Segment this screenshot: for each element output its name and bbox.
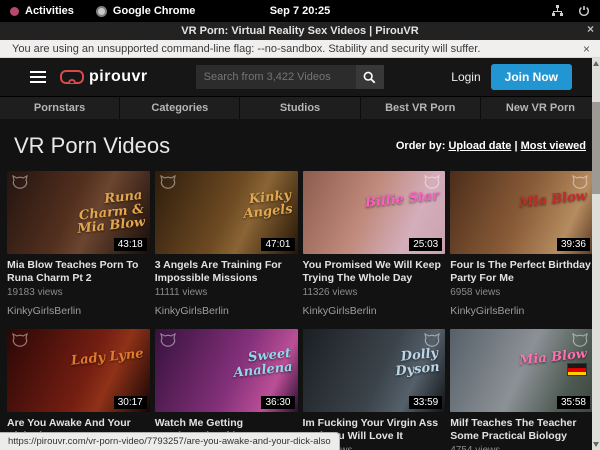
duration-badge: 47:01 bbox=[261, 238, 294, 251]
title-row: VR Porn Videos Order by: Upload date | M… bbox=[0, 119, 600, 169]
thumbnail-overlay-text: Mia Blow bbox=[518, 189, 587, 210]
duration-badge: 36:30 bbox=[261, 396, 294, 409]
video-title-link[interactable]: Milf Teaches The Teacher Some Practical … bbox=[450, 417, 593, 442]
video-thumbnail[interactable]: Billie Star 25:03 bbox=[303, 171, 446, 254]
nav-item[interactable]: New VR Porn bbox=[480, 97, 600, 119]
video-thumbnail[interactable]: Mia Blow 35:58 bbox=[450, 329, 593, 412]
video-title-link[interactable]: Four Is The Perfect Birthday Party For M… bbox=[450, 259, 593, 284]
site-logo[interactable]: pirouvr bbox=[60, 68, 148, 86]
nav-item[interactable]: Best VR Porn bbox=[360, 97, 480, 119]
video-thumbnail[interactable]: Sweet Analena 36:30 bbox=[155, 329, 298, 412]
video-studio-link[interactable]: KinkyGirlsBerlin bbox=[7, 305, 150, 317]
thumbnail-overlay-text: Sweet Analena bbox=[210, 347, 292, 382]
scroll-up-icon[interactable] bbox=[593, 61, 599, 66]
nav-item[interactable]: Studios bbox=[239, 97, 359, 119]
video-card[interactable]: Mia Blow 39:36 Four Is The Perfect Birth… bbox=[450, 171, 593, 317]
warning-close-icon[interactable]: × bbox=[583, 42, 590, 56]
order-by-label: Order by: bbox=[396, 140, 446, 152]
video-thumbnail[interactable]: Runa Charm & Mia Blow 43:18 bbox=[7, 171, 150, 254]
power-icon[interactable] bbox=[578, 5, 590, 17]
studio-cat-logo-icon bbox=[572, 175, 588, 189]
video-studio-link[interactable]: KinkyGirlsBerlin bbox=[155, 305, 298, 317]
chrome-app-icon bbox=[96, 6, 107, 17]
thumbnail-overlay-text: Runa Charm & Mia Blow bbox=[62, 189, 146, 238]
video-views: 4754 views bbox=[450, 445, 593, 450]
browser-title-bar: VR Porn: Virtual Reality Sex Videos | Pi… bbox=[0, 22, 600, 40]
app-menu-button[interactable]: Google Chrome bbox=[113, 5, 196, 17]
order-separator: | bbox=[514, 140, 517, 152]
video-views: 6958 views bbox=[450, 287, 593, 299]
duration-badge: 35:58 bbox=[557, 396, 590, 409]
thumbnail-overlay-text: Lady Lyne bbox=[71, 347, 145, 368]
nav-item[interactable]: Categories bbox=[119, 97, 239, 119]
order-upload-date-link[interactable]: Upload date bbox=[448, 140, 511, 152]
duration-badge: 43:18 bbox=[114, 238, 147, 251]
studio-cat-logo-icon bbox=[12, 333, 28, 347]
video-title-link[interactable]: 3 Angels Are Training For Impossible Mis… bbox=[155, 259, 298, 284]
activities-button[interactable]: Activities bbox=[25, 5, 74, 17]
site-header: pirouvr Login Join Now bbox=[0, 58, 600, 96]
order-by: Order by: Upload date | Most viewed bbox=[396, 140, 586, 152]
studio-cat-logo-icon bbox=[424, 333, 440, 347]
video-card[interactable]: Kinky Angels 47:01 3 Angels Are Training… bbox=[155, 171, 298, 317]
studio-cat-logo-icon bbox=[424, 175, 440, 189]
menu-icon[interactable] bbox=[30, 71, 46, 83]
join-now-button[interactable]: Join Now bbox=[491, 64, 572, 90]
thumbnail-overlay-text: Kinky Angels bbox=[210, 188, 292, 223]
video-card[interactable]: Runa Charm & Mia Blow 43:18 Mia Blow Tea… bbox=[7, 171, 150, 317]
video-card[interactable]: Mia Blow 35:58 Milf Teaches The Teacher … bbox=[450, 329, 593, 450]
warning-bar: You are using an unsupported command-lin… bbox=[0, 40, 600, 58]
order-most-viewed-link[interactable]: Most viewed bbox=[521, 140, 586, 152]
login-button[interactable]: Login bbox=[451, 70, 480, 84]
video-thumbnail[interactable]: Dolly Dyson 33:59 bbox=[303, 329, 446, 412]
site-logo-text: pirouvr bbox=[89, 68, 148, 86]
video-views: 11326 views bbox=[303, 287, 446, 299]
search-button[interactable] bbox=[356, 65, 384, 89]
scroll-down-icon[interactable] bbox=[593, 442, 599, 447]
video-thumbnail[interactable]: Kinky Angels 47:01 bbox=[155, 171, 298, 254]
studio-cat-logo-icon bbox=[160, 175, 176, 189]
video-studio-link[interactable]: KinkyGirlsBerlin bbox=[303, 305, 446, 317]
german-flag-icon bbox=[567, 363, 587, 376]
system-clock[interactable]: Sep 7 20:25 bbox=[0, 5, 600, 17]
system-top-bar: Activities Google Chrome Sep 7 20:25 bbox=[0, 0, 600, 22]
video-studio-link[interactable]: KinkyGirlsBerlin bbox=[450, 305, 593, 317]
search-input[interactable] bbox=[196, 65, 356, 89]
tab-close-icon[interactable]: × bbox=[587, 22, 594, 36]
duration-badge: 25:03 bbox=[409, 238, 442, 251]
thumbnail-overlay-text: Dolly Dyson bbox=[358, 347, 440, 382]
video-thumbnail[interactable]: Lady Lyne 30:17 bbox=[7, 329, 150, 412]
thumbnail-overlay-text: Billie Star bbox=[365, 189, 440, 210]
network-icon[interactable] bbox=[551, 5, 564, 17]
vr-goggles-icon bbox=[60, 70, 84, 84]
duration-badge: 39:36 bbox=[557, 238, 590, 251]
video-title-link[interactable]: You Promised We Will Keep Trying The Who… bbox=[303, 259, 446, 284]
activities-indicator-icon bbox=[10, 7, 19, 16]
search-icon bbox=[363, 71, 376, 84]
scrollbar-thumb[interactable] bbox=[592, 102, 600, 194]
studio-cat-logo-icon bbox=[160, 333, 176, 347]
studio-cat-logo-icon bbox=[12, 175, 28, 189]
warning-text: You are using an unsupported command-lin… bbox=[12, 43, 480, 55]
duration-badge: 33:59 bbox=[409, 396, 442, 409]
video-card[interactable]: Billie Star 25:03 You Promised We Will K… bbox=[303, 171, 446, 317]
video-grid: Runa Charm & Mia Blow 43:18 Mia Blow Tea… bbox=[0, 169, 600, 450]
duration-badge: 30:17 bbox=[114, 396, 147, 409]
page-title: VR Porn Videos bbox=[14, 133, 170, 159]
video-title-link[interactable]: Mia Blow Teaches Porn To Runa Charm Pt 2 bbox=[7, 259, 150, 284]
video-views: 11111 views bbox=[155, 287, 298, 299]
nav-item[interactable]: Pornstars bbox=[0, 97, 119, 119]
studio-cat-logo-icon bbox=[572, 333, 588, 347]
status-url-bar: https://pirouvr.com/vr-porn-video/779325… bbox=[0, 432, 340, 450]
tab-title: VR Porn: Virtual Reality Sex Videos | Pi… bbox=[181, 25, 418, 37]
video-thumbnail[interactable]: Mia Blow 39:36 bbox=[450, 171, 593, 254]
video-views: 19183 views bbox=[7, 287, 150, 299]
page-scrollbar[interactable] bbox=[592, 58, 600, 450]
site-nav: PornstarsCategoriesStudiosBest VR PornNe… bbox=[0, 96, 600, 119]
screen: Activities Google Chrome Sep 7 20:25 VR … bbox=[0, 0, 600, 450]
